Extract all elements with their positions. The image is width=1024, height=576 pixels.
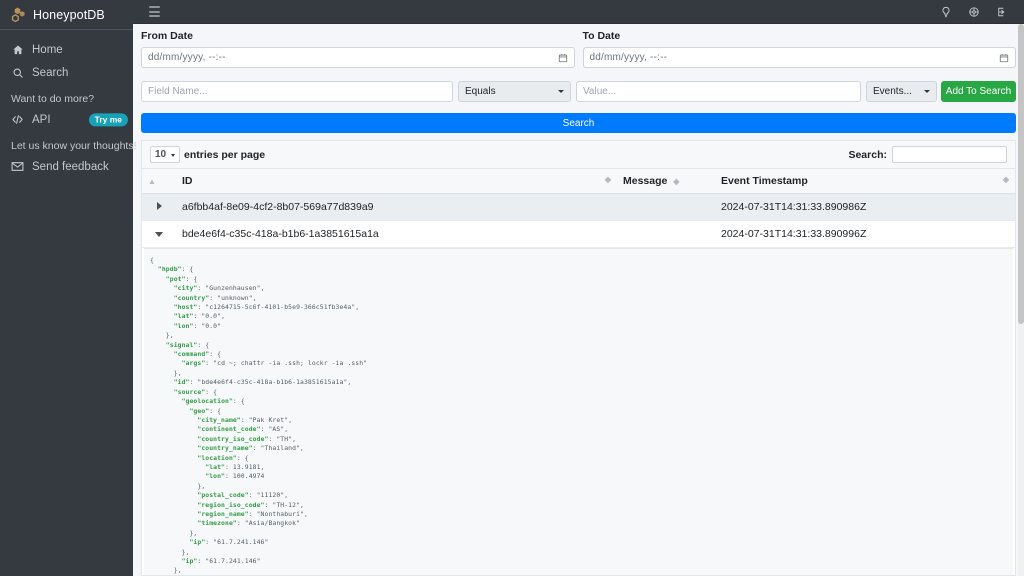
entries-per-page-label: entries per page xyxy=(184,149,265,161)
entries-per-page-value: 10 xyxy=(155,149,166,160)
sidebar-item-send-feedback[interactable]: Send feedback xyxy=(0,155,133,178)
search-button[interactable]: Search xyxy=(141,113,1016,133)
value-input[interactable]: Value... xyxy=(576,81,861,102)
table-search-input[interactable] xyxy=(892,146,1007,163)
index-select[interactable]: Events... xyxy=(866,81,937,102)
field-name-placeholder: Field Name... xyxy=(148,86,207,97)
row-id: bde4e6f4-c35c-418a-b1b6-1a3851615a1a xyxy=(176,221,617,248)
row-id: a6fbb4af-8e09-4cf2-8b07-569a77d839a9 xyxy=(176,194,617,221)
column-header-message-label: Message xyxy=(623,175,667,187)
content: From Date dd/mm/yyyy, --:-- To Date dd/m… xyxy=(133,24,1024,576)
from-date-group: From Date dd/mm/yyyy, --:-- xyxy=(141,30,579,68)
date-range-row: From Date dd/mm/yyyy, --:-- To Date dd/m… xyxy=(141,30,1016,68)
to-date-group: To Date dd/mm/yyyy, --:-- xyxy=(579,30,1017,68)
try-me-badge[interactable]: Try me xyxy=(89,113,128,126)
to-date-input[interactable]: dd/mm/yyyy, --:-- xyxy=(583,47,1017,68)
topbar-icons xyxy=(939,5,1018,18)
sidebar-item-api[interactable]: API Try me xyxy=(0,108,133,131)
to-date-placeholder: dd/mm/yyyy, --:-- xyxy=(590,52,668,63)
sidebar-item-send-feedback-label: Send feedback xyxy=(32,161,109,173)
row-timestamp: 2024-07-31T14:31:33.890996Z xyxy=(715,221,1015,248)
brand-name: HoneypotDB xyxy=(33,8,105,22)
envelope-icon xyxy=(11,160,24,173)
sidebar-item-home-label: Home xyxy=(32,44,63,56)
search-icon xyxy=(11,66,24,79)
row-expand-toggle[interactable] xyxy=(142,221,176,248)
topbar xyxy=(133,0,1024,24)
operator-selected: Equals xyxy=(465,86,496,97)
field-name-input[interactable]: Field Name... xyxy=(141,81,453,102)
chevron-down-icon xyxy=(155,232,163,237)
table-search-group: Search: xyxy=(848,146,1007,163)
value-wrap: Value... xyxy=(576,81,861,102)
entries-per-page-group: 10 entries per page xyxy=(150,146,265,163)
index-wrap: Events... xyxy=(866,81,937,102)
row-message xyxy=(617,221,715,248)
sidebar: HoneypotDB Home Search Want to do more? xyxy=(0,0,133,576)
column-header-expand[interactable]: ▲ xyxy=(142,169,176,194)
results-toolbar: 10 entries per page Search: xyxy=(142,141,1015,168)
sidebar-item-api-label: API xyxy=(32,114,51,126)
table-row[interactable]: a6fbb4af-8e09-4cf2-8b07-569a77d839a9 202… xyxy=(142,194,1015,221)
sort-icon: ◆ xyxy=(1003,175,1009,184)
to-date-label: To Date xyxy=(583,30,1017,42)
results-table-body: a6fbb4af-8e09-4cf2-8b07-569a77d839a9 202… xyxy=(142,194,1015,248)
page-scrollbar-thumb[interactable] xyxy=(1018,24,1024,324)
field-name-wrap: Field Name... xyxy=(141,81,453,102)
row-detail-panel: { "hpdb": { "pot": { "city": "Gunzenhaus… xyxy=(144,248,1013,575)
row-timestamp: 2024-07-31T14:31:33.890986Z xyxy=(715,194,1015,221)
json-viewer: { "hpdb": { "pot": { "city": "Gunzenhaus… xyxy=(144,253,1013,575)
results-header-row: ▲ ◆ ID Message ◆ ◆ xyxy=(142,169,1015,194)
hamburger-icon[interactable] xyxy=(149,6,160,17)
from-date-placeholder: dd/mm/yyyy, --:-- xyxy=(148,52,226,63)
row-expand-toggle[interactable] xyxy=(142,194,176,221)
column-header-id-label: ID xyxy=(182,175,193,187)
page-scrollbar[interactable] xyxy=(1018,24,1024,576)
table-search-label: Search: xyxy=(848,149,887,161)
operator-wrap: Equals xyxy=(458,81,571,102)
column-header-message[interactable]: Message ◆ xyxy=(617,169,715,194)
value-placeholder: Value... xyxy=(583,86,616,97)
sidebar-item-home[interactable]: Home xyxy=(0,38,133,61)
sort-icon: ◆ xyxy=(605,175,611,184)
column-header-id[interactable]: ◆ ID xyxy=(176,169,617,194)
sort-asc-icon: ▲ xyxy=(148,177,156,186)
code-icon xyxy=(11,113,24,126)
index-selected: Events... xyxy=(873,86,912,97)
add-to-search-button[interactable]: Add To Search xyxy=(941,81,1016,102)
chevron-right-icon xyxy=(157,202,162,210)
criteria-row: Field Name... Equals Value... xyxy=(141,81,1016,102)
from-date-label: From Date xyxy=(141,30,575,42)
from-date-input[interactable]: dd/mm/yyyy, --:-- xyxy=(141,47,575,68)
sidebar-item-search-label: Search xyxy=(32,67,68,79)
sidebar-promo-heading: Want to do more? xyxy=(0,84,133,108)
column-header-timestamp-label: Event Timestamp xyxy=(721,175,808,187)
results-panel: 10 entries per page Search: ▲ xyxy=(141,140,1016,576)
filter-panel: From Date dd/mm/yyyy, --:-- To Date dd/m… xyxy=(133,24,1024,133)
sidebar-feedback-heading: Let us know your thoughts! xyxy=(0,131,133,155)
brand[interactable]: HoneypotDB xyxy=(0,0,133,30)
gear-icon[interactable] xyxy=(967,5,980,18)
table-row[interactable]: bde4e6f4-c35c-418a-b1b6-1a3851615a1a 202… xyxy=(142,221,1015,248)
calendar-icon[interactable] xyxy=(999,53,1009,63)
home-icon xyxy=(11,43,24,56)
sort-icon: ◆ xyxy=(673,177,679,186)
row-message xyxy=(617,194,715,221)
results-table-head: ▲ ◆ ID Message ◆ ◆ xyxy=(142,169,1015,194)
operator-select[interactable]: Equals xyxy=(458,81,571,102)
sidebar-item-search[interactable]: Search xyxy=(0,61,133,84)
honeycomb-icon xyxy=(9,6,26,23)
entries-per-page-select[interactable]: 10 xyxy=(150,146,180,163)
calendar-icon[interactable] xyxy=(558,53,568,63)
logout-icon[interactable] xyxy=(995,5,1008,18)
main-area: From Date dd/mm/yyyy, --:-- To Date dd/m… xyxy=(133,0,1024,576)
sidebar-nav: Home Search Want to do more? API xyxy=(0,30,133,178)
results-table: ▲ ◆ ID Message ◆ ◆ xyxy=(142,168,1015,248)
add-to-search-wrap: Add To Search xyxy=(941,81,1016,102)
lightbulb-icon[interactable] xyxy=(939,5,952,18)
column-header-timestamp[interactable]: ◆ Event Timestamp xyxy=(715,169,1015,194)
